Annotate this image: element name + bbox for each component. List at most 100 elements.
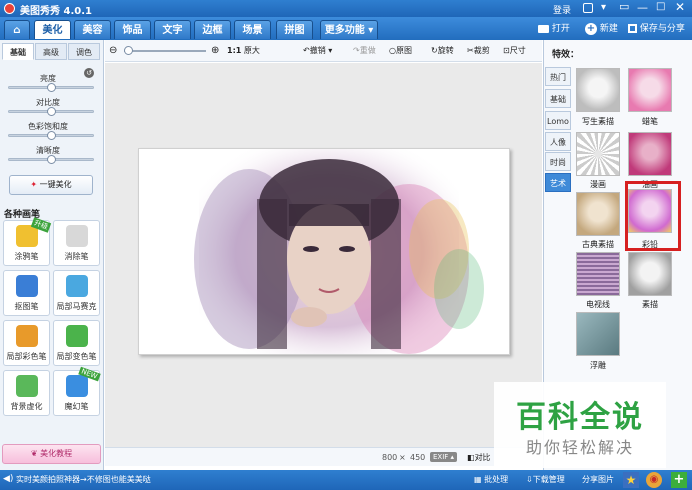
effect-emboss[interactable] [576, 312, 620, 356]
original-button[interactable]: ○原图 [389, 45, 412, 57]
slider-knob[interactable] [47, 131, 56, 140]
skin-icon[interactable] [583, 3, 593, 13]
actual-size-button[interactable]: 1:1 原大 [227, 45, 260, 57]
tab-more[interactable]: 更多功能 ▾ [320, 20, 378, 39]
zoom-out-icon[interactable]: ⊖ [109, 45, 117, 57]
new-label: 新建 [599, 24, 618, 34]
rotate-icon: ↻ [431, 46, 438, 55]
batch-label: 批处理 [484, 475, 509, 484]
effect-oil[interactable] [628, 132, 672, 176]
brush-local-color[interactable]: 局部彩色笔 [3, 320, 50, 366]
weibo-icon[interactable]: ◉ [646, 472, 662, 488]
watermark: 百科全说 助你轻松解决 [494, 382, 666, 468]
effect-label: 浮雕 [590, 361, 606, 370]
save-share-button[interactable]: 保存与分享 [628, 21, 685, 37]
crop-label: 裁剪 [473, 46, 490, 55]
exif-button[interactable]: EXIF ▴ [430, 452, 458, 462]
contrast-slider[interactable] [8, 107, 94, 116]
brush-label: 局部马赛克 [56, 302, 97, 311]
redo-icon: ↷ [353, 46, 360, 55]
brightness-slider[interactable] [8, 83, 94, 92]
title-bar: 美图秀秀 4.0.1 登录 ▾ ▭ — □ ✕ [0, 0, 692, 17]
app-title: 美图秀秀 4.0.1 [20, 6, 92, 17]
sharpness-slider[interactable] [8, 155, 94, 164]
edit-toolbar: ⊖ ⊕ 1:1 原大 ↶撤销 ▾ ↷重做 ○原图 ↻旋转 ✂裁剪 ⊡尺寸 [105, 40, 542, 62]
cutout-icon [16, 275, 38, 297]
slider-knob[interactable] [47, 107, 56, 116]
tab-frame[interactable]: 边框 [194, 20, 231, 39]
batch-button[interactable]: ▦ 批处理 [474, 474, 508, 485]
color-brush-icon [16, 325, 38, 347]
subtab-basic[interactable]: 基础 [2, 43, 34, 60]
tab-scene[interactable]: 场景 [234, 20, 271, 39]
slider-knob[interactable] [47, 83, 56, 92]
tab-face[interactable]: 美容 [74, 20, 111, 39]
effect-comic[interactable] [576, 132, 620, 176]
one-click-beautify-button[interactable]: ✦ 一键美化 [9, 175, 93, 195]
brush-magic[interactable]: NEW 魔幻笔 [53, 366, 101, 416]
brush-blur[interactable]: 背景虚化 [3, 370, 50, 416]
original-icon: ○ [389, 46, 396, 55]
home-icon: ⌂ [13, 25, 21, 36]
brush-doodle[interactable]: 升级 涂鸦笔 [3, 217, 52, 266]
effect-label: 写生素描 [582, 117, 614, 126]
subtab-advanced[interactable]: 高级 [35, 43, 67, 60]
promo-link[interactable]: 实时美颜拍照神器→不修图也能美美哒 [16, 474, 151, 485]
hands-icon: ❦ [30, 449, 38, 458]
download-manager-button[interactable]: ⇩下载管理 [526, 474, 565, 485]
slider-knob[interactable] [47, 155, 56, 164]
open-button[interactable]: 打开 [538, 21, 570, 37]
effect-label: 电视线 [586, 300, 610, 309]
minimize-icon[interactable]: ▭ [619, 0, 629, 13]
effect-pencil-sketch[interactable] [628, 252, 672, 296]
category-basic[interactable]: 基础 [545, 89, 571, 108]
brush-mosaic[interactable]: 局部马赛克 [53, 270, 100, 316]
image-height: 450 [410, 453, 426, 462]
add-icon[interactable]: + [671, 472, 687, 488]
brush-recolor[interactable]: 局部变色笔 [53, 320, 100, 366]
brush-eraser[interactable]: 消除笔 [53, 220, 100, 266]
tab-more-label: 更多功能 [324, 25, 365, 36]
category-portrait[interactable]: 人像 [545, 132, 571, 151]
undo-label: 撤销 [309, 46, 326, 55]
subtab-color[interactable]: 调色 [68, 43, 100, 60]
left-panel: 基础 高级 调色 ↺ 亮度 对比度 色彩饱和度 清晰度 ✦ 一键美化 各种画笔 … [0, 40, 104, 470]
effect-crayon[interactable] [628, 68, 672, 112]
login-link[interactable]: 登录 [553, 3, 571, 16]
undo-button[interactable]: ↶撤销 ▾ [303, 45, 332, 57]
magic-wand-icon [66, 375, 88, 397]
tab-text[interactable]: 文字 [154, 20, 191, 39]
tutorial-button[interactable]: ❦ 美化教程 [2, 444, 101, 464]
share-image-button[interactable]: 分享图片 [582, 474, 614, 485]
effect-sketch[interactable] [576, 68, 620, 112]
menu-icon[interactable]: ▾ [601, 2, 606, 13]
compare-button[interactable]: ◧对比 [467, 452, 491, 463]
crop-button[interactable]: ✂裁剪 [467, 45, 490, 57]
save-label: 保存与分享 [639, 24, 685, 34]
category-fashion[interactable]: 时尚 [545, 152, 571, 171]
redo-button[interactable]: ↷重做 [353, 45, 376, 57]
brush-cutout[interactable]: 抠图笔 [3, 270, 50, 316]
star-icon[interactable]: ★ [623, 472, 639, 488]
effect-tv-lines[interactable] [576, 252, 620, 296]
close-icon[interactable]: ✕ [675, 0, 685, 14]
category-hot[interactable]: 热门 [545, 67, 571, 86]
maximize-icon-2[interactable]: □ [656, 1, 665, 12]
effect-label: 彩铅 [642, 240, 658, 249]
brush-label: 抠图笔 [14, 302, 39, 311]
resize-button[interactable]: ⊡尺寸 [503, 45, 526, 57]
photo-preview[interactable] [138, 148, 510, 355]
new-button[interactable]: + 新建 [585, 21, 618, 37]
effect-classic-sketch[interactable] [576, 192, 620, 236]
zoom-knob[interactable] [124, 46, 133, 55]
tab-beautify[interactable]: 美化 [34, 20, 71, 39]
home-button[interactable]: ⌂ [4, 20, 30, 39]
tab-collage[interactable]: 拼图 [276, 20, 313, 39]
zoom-slider[interactable] [124, 46, 206, 55]
main-tab-bar: ⌂ 美化 美容 饰品 文字 边框 场景 拼图 更多功能 ▾ 打开 + 新建 保存… [0, 17, 692, 40]
zoom-in-icon[interactable]: ⊕ [211, 45, 219, 57]
tab-decor[interactable]: 饰品 [114, 20, 151, 39]
rotate-button[interactable]: ↻旋转 [431, 45, 454, 57]
maximize-icon[interactable]: — [637, 1, 648, 14]
saturation-slider[interactable] [8, 131, 94, 140]
